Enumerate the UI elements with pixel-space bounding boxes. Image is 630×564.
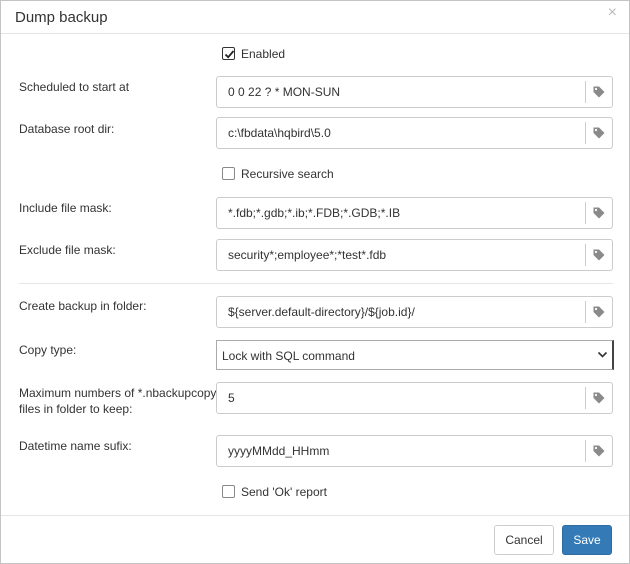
datetime-suffix-label: Datetime name sufix: [19,439,132,453]
backup-folder-tag-button[interactable] [585,301,612,323]
db-root-tag-button[interactable] [585,122,612,144]
copy-type-value: Lock with SQL command [222,349,355,363]
section-divider [19,283,613,284]
tag-icon [593,249,605,261]
schedule-tag-button[interactable] [585,81,612,103]
db-root-input[interactable]: c:\fbdata\hqbird\5.0 [216,117,613,149]
copy-type-select[interactable]: Lock with SQL command [216,340,614,370]
close-icon[interactable]: × [608,5,617,21]
save-button[interactable]: Save [562,525,612,555]
checkmark-icon [224,50,235,59]
include-mask-label: Include file mask: [19,201,112,215]
cancel-button[interactable]: Cancel [494,525,554,555]
max-files-label-line1: Maximum numbers of *.nbackupcopy [19,386,217,400]
enabled-label: Enabled [241,47,286,61]
send-ok-report-checkbox[interactable] [222,485,235,498]
backup-folder-value: ${server.default-directory}/${job.id}/ [228,305,415,319]
copy-type-label: Copy type: [19,343,77,357]
recursive-search-label: Recursive search [241,167,334,181]
datetime-suffix-value: yyyyMMdd_HHmm [228,444,330,458]
tag-icon [593,445,605,457]
db-root-label: Database root dir: [19,122,115,136]
exclude-mask-value: security*;employee*;*test*.fdb [228,248,387,262]
datetime-suffix-input[interactable]: yyyyMMdd_HHmm [216,435,613,467]
schedule-value: 0 0 22 ? * MON-SUN [228,85,341,99]
schedule-input[interactable]: 0 0 22 ? * MON-SUN [216,76,613,108]
max-files-label-line2: files in folder to keep: [19,402,133,416]
include-mask-input[interactable]: *.fdb;*.gdb;*.ib;*.FDB;*.GDB;*.IB [216,197,613,229]
datetime-suffix-tag-button[interactable] [585,440,612,462]
tag-icon [593,306,605,318]
db-root-value: c:\fbdata\hqbird\5.0 [228,126,331,140]
tag-icon [593,127,605,139]
recursive-search-checkbox[interactable] [222,167,235,180]
send-ok-report-label: Send 'Ok' report [241,485,327,499]
schedule-label: Scheduled to start at [19,80,130,94]
max-files-tag-button[interactable] [585,387,612,409]
exclude-mask-label: Exclude file mask: [19,243,116,257]
dump-backup-dialog: Dump backup × Enabled Scheduled to start… [0,0,630,564]
tag-icon [593,392,605,404]
include-mask-tag-button[interactable] [585,202,612,224]
exclude-mask-tag-button[interactable] [585,244,612,266]
dialog-title: Dump backup [15,9,108,26]
tag-icon [593,207,605,219]
enabled-checkbox[interactable] [222,47,235,60]
dialog-header: Dump backup × [1,1,629,34]
max-files-value: 5 [228,391,235,405]
exclude-mask-input[interactable]: security*;employee*;*test*.fdb [216,239,613,271]
backup-folder-label: Create backup in folder: [19,299,147,313]
max-files-input[interactable]: 5 [216,382,613,414]
tag-icon [593,86,605,98]
footer-divider [1,515,629,516]
backup-folder-input[interactable]: ${server.default-directory}/${job.id}/ [216,296,613,328]
chevron-down-icon [597,351,608,358]
include-mask-value: *.fdb;*.gdb;*.ib;*.FDB;*.GDB;*.IB [228,206,401,220]
